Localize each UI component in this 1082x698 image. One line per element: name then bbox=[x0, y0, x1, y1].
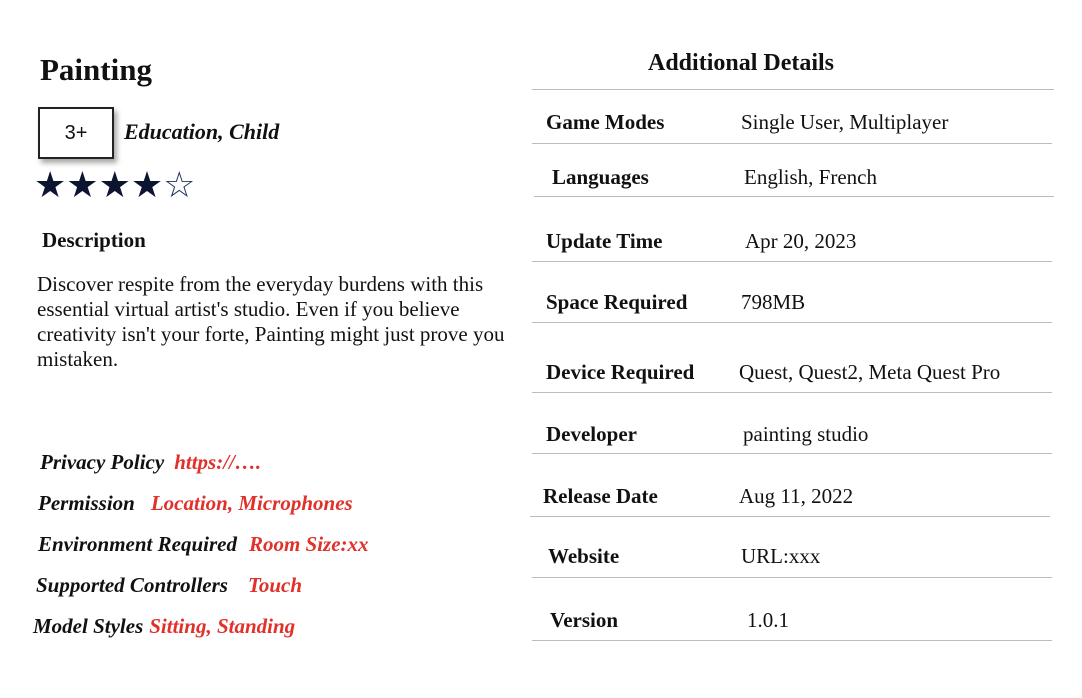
star-filled-icon: ★ bbox=[130, 165, 164, 205]
meta-value: Touch bbox=[247, 573, 303, 597]
detail-label-device-required: Device Required bbox=[546, 360, 695, 384]
meta-label: Model Styles bbox=[33, 614, 144, 638]
star-outline-icon: ☆ bbox=[163, 165, 196, 205]
meta-privacy-policy: Privacy Policy https://…. bbox=[40, 450, 261, 475]
detail-value-website[interactable]: URL:xxx bbox=[741, 544, 820, 569]
divider bbox=[532, 89, 1054, 90]
detail-value-space-required: 798MB bbox=[741, 290, 806, 314]
detail-label-website: Website bbox=[548, 544, 620, 568]
meta-value: Location, Microphones bbox=[150, 491, 353, 515]
meta-environment: Environment Required Room Size:xx bbox=[38, 532, 369, 557]
detail-label-release-date: Release Date bbox=[543, 484, 658, 508]
star-filled-icon: ★ bbox=[66, 165, 99, 205]
detail-label-version: Version bbox=[550, 608, 619, 632]
genre-text: Education, Child bbox=[124, 119, 280, 144]
divider bbox=[532, 453, 1052, 454]
detail-value-game-modes: Single User, Multiplayer bbox=[741, 110, 949, 134]
detail-value-version: 1.0.1 bbox=[747, 608, 789, 632]
divider bbox=[532, 392, 1052, 393]
star-filled-icon: ★ bbox=[98, 165, 131, 205]
detail-label-game-modes: Game Modes bbox=[546, 110, 665, 134]
divider bbox=[532, 143, 1052, 144]
detail-label-update-time: Update Time bbox=[546, 229, 663, 253]
divider bbox=[532, 261, 1052, 262]
divider bbox=[532, 322, 1052, 323]
detail-value-device-required: Quest, Quest2, Meta Quest Pro bbox=[739, 360, 1001, 384]
detail-value-release-date: Aug 11, 2022 bbox=[739, 484, 854, 508]
detail-label-space-required: Space Required bbox=[546, 290, 688, 314]
privacy-policy-link[interactable]: https://…. bbox=[174, 450, 261, 474]
meta-value: Room Size:xx bbox=[248, 532, 369, 556]
description-text: Discover respite from the everyday burde… bbox=[37, 272, 505, 371]
meta-model-styles: Model Styles Sitting, Standing bbox=[33, 614, 295, 639]
detail-value-developer: painting studio bbox=[743, 422, 869, 446]
divider bbox=[530, 516, 1050, 517]
meta-controllers: Supported Controllers Touch bbox=[36, 573, 302, 598]
star-filled-icon: ★ bbox=[34, 165, 67, 205]
meta-label: Supported Controllers bbox=[36, 573, 228, 597]
app-title: Painting bbox=[40, 52, 152, 87]
meta-label: Privacy Policy bbox=[40, 450, 165, 474]
divider bbox=[532, 640, 1052, 641]
meta-label: Environment Required bbox=[38, 532, 237, 556]
age-rating-badge: 3+ bbox=[38, 107, 114, 159]
detail-label-developer: Developer bbox=[546, 422, 637, 446]
detail-value-languages: English, French bbox=[744, 165, 877, 189]
divider bbox=[532, 577, 1052, 578]
divider bbox=[534, 196, 1054, 197]
detail-label-languages: Languages bbox=[552, 165, 649, 189]
meta-value: Sitting, Standing bbox=[149, 614, 296, 638]
star-rating: ★★★★☆ bbox=[34, 163, 195, 207]
details-heading: Additional Details bbox=[648, 50, 835, 76]
description-heading: Description bbox=[42, 228, 146, 252]
meta-label: Permission bbox=[38, 491, 135, 515]
age-rating-text: 3+ bbox=[64, 121, 88, 144]
detail-value-update-time: Apr 20, 2023 bbox=[745, 229, 857, 253]
meta-permission: Permission Location, Microphones bbox=[38, 491, 353, 516]
